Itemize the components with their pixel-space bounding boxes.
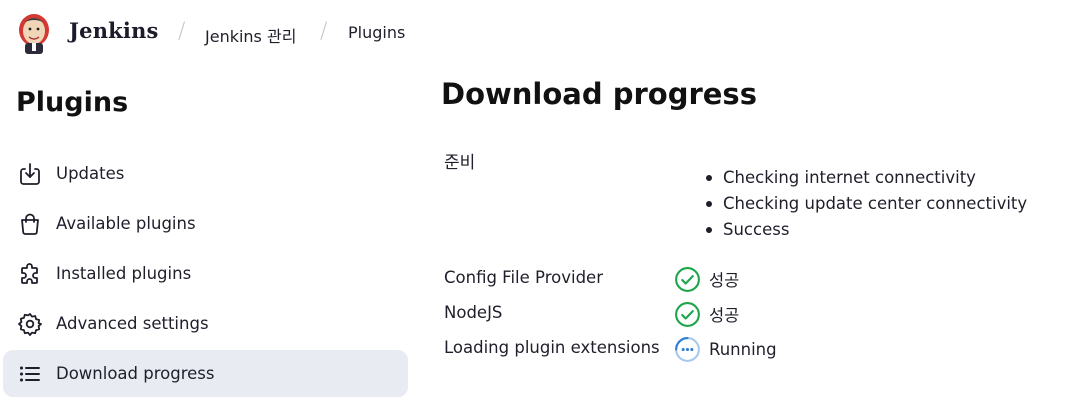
gear-icon xyxy=(17,311,43,337)
shopping-bag-icon xyxy=(17,211,43,237)
jenkins-logo-icon[interactable] xyxy=(17,12,51,54)
sidebar-item-available-plugins[interactable]: Available plugins xyxy=(3,200,408,247)
job-status: Running xyxy=(674,335,777,363)
preparation-label: 준비 xyxy=(444,153,476,173)
list-item: Checking update center connectivity xyxy=(706,193,1028,219)
check-text: Success xyxy=(723,220,790,239)
sidebar-item-label: Advanced settings xyxy=(56,314,209,333)
job-name: Config File Provider xyxy=(444,268,603,287)
sidebar-item-installed-plugins[interactable]: Installed plugins xyxy=(3,250,408,297)
sidebar-item-updates[interactable]: Updates xyxy=(3,150,408,197)
download-icon xyxy=(17,161,43,187)
breadcrumb-separator: / xyxy=(178,19,186,44)
running-dots-icon xyxy=(675,336,700,362)
status-text: 성공 xyxy=(709,271,740,290)
puzzle-icon xyxy=(17,261,43,287)
top-bar: Jenkins / Jenkins 관리 / Plugins xyxy=(0,0,1071,66)
sidebar-item-label: Available plugins xyxy=(56,214,196,233)
job-status: 성공 xyxy=(674,265,739,293)
page-title: Download progress xyxy=(441,77,757,111)
list-icon xyxy=(17,361,43,387)
breadcrumb-separator: / xyxy=(320,19,328,44)
success-check-icon xyxy=(675,266,700,292)
sidebar-item-label: Download progress xyxy=(56,364,215,383)
bullet-icon xyxy=(706,201,712,207)
status-text: Running xyxy=(709,339,777,359)
bullet-icon xyxy=(706,227,712,233)
job-status: 성공 xyxy=(674,300,739,328)
sidebar-title: Plugins xyxy=(16,87,129,118)
check-text: Checking internet connectivity xyxy=(723,168,976,187)
list-item: Success xyxy=(706,219,1027,245)
job-name: Loading plugin extensions xyxy=(444,338,660,357)
sidebar-item-advanced-settings[interactable]: Advanced settings xyxy=(3,300,408,347)
breadcrumb-plugins[interactable]: Plugins xyxy=(348,23,405,42)
success-check-icon xyxy=(675,301,700,327)
bullet-icon xyxy=(706,175,712,181)
sidebar-item-download-progress[interactable]: Download progress xyxy=(3,350,408,397)
job-name: NodeJS xyxy=(444,303,503,322)
status-text: 성공 xyxy=(709,306,740,325)
check-text: Checking update center connectivity xyxy=(723,194,1028,213)
sidebar-item-label: Installed plugins xyxy=(56,264,192,283)
brand-name[interactable]: Jenkins xyxy=(69,18,159,43)
preparation-checks-list: Checking internet connectivity Checking … xyxy=(706,167,1028,245)
sidebar-item-label: Updates xyxy=(56,164,125,183)
list-item: Checking internet connectivity xyxy=(706,167,1027,193)
breadcrumb-manage[interactable]: Jenkins 관리 xyxy=(205,23,296,47)
